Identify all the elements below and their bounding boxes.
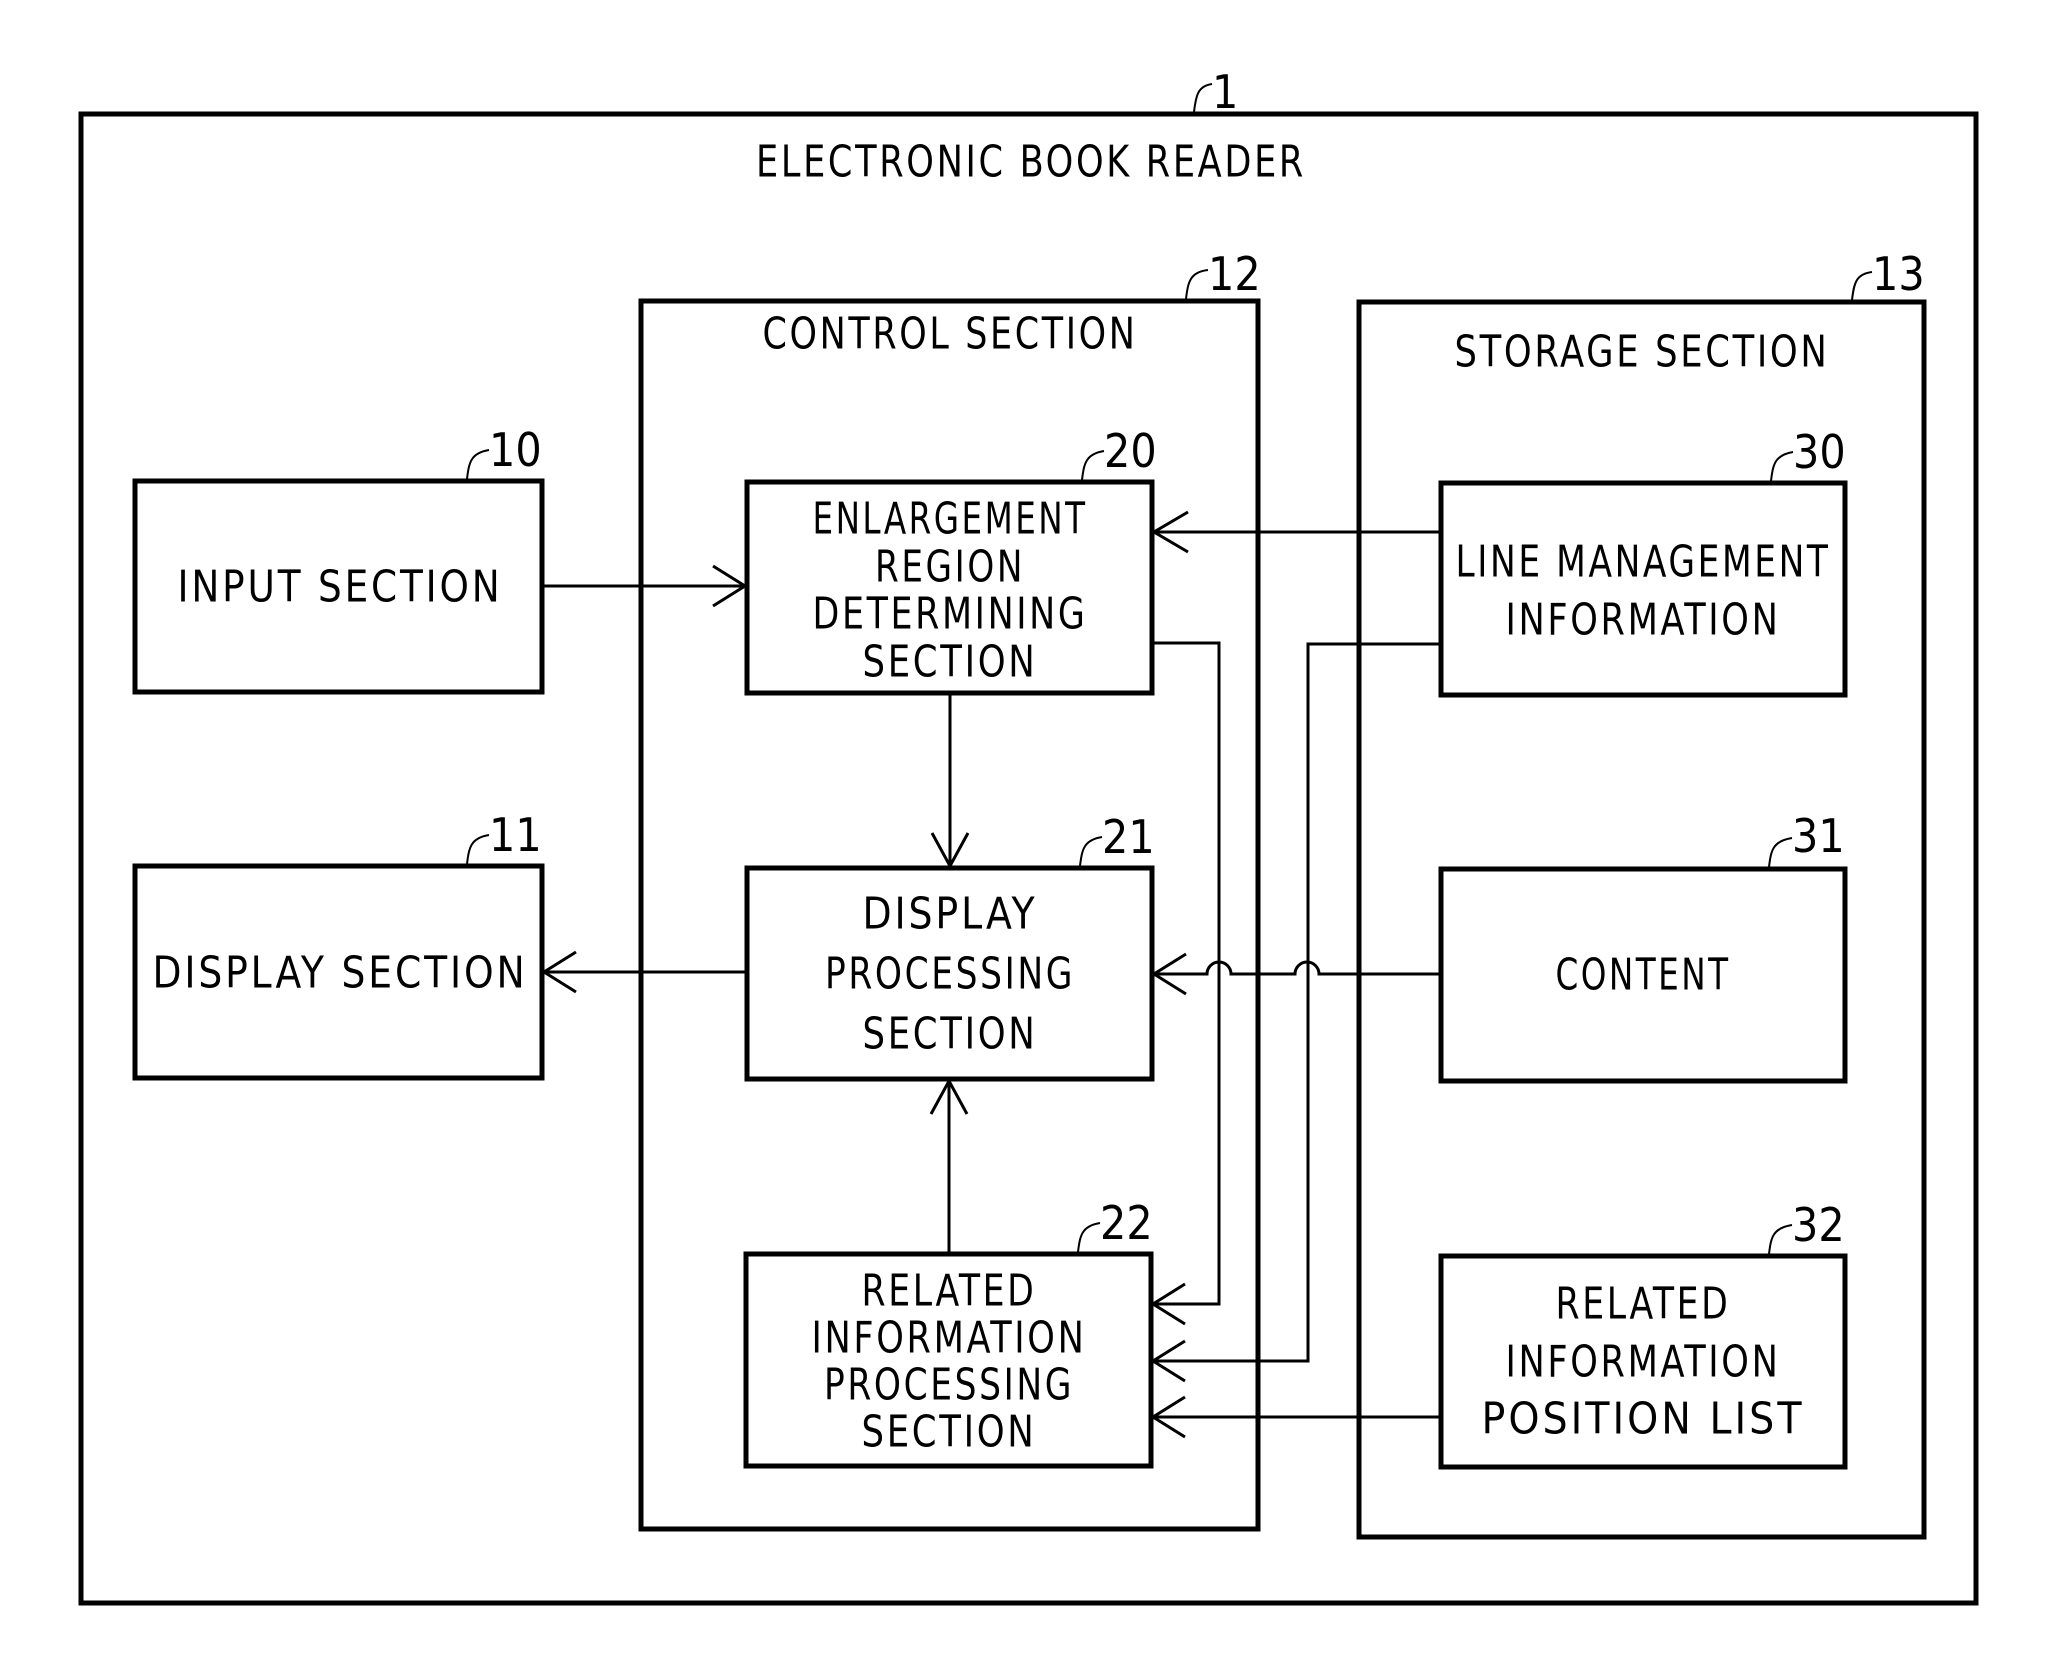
ref-number-30: 30	[1793, 425, 1846, 479]
ref-number-10: 10	[489, 423, 542, 477]
ref-number-11: 11	[489, 808, 542, 862]
display-processing-label-line-3: SECTION	[863, 1009, 1038, 1060]
ref-number-13: 13	[1872, 247, 1925, 301]
input-section-label: INPUT SECTION	[178, 562, 503, 613]
position-list-label-line-2: INFORMATION	[1506, 1337, 1781, 1388]
storage-section-title: STORAGE SECTION	[1455, 327, 1830, 378]
position-list-label-line-3: POSITION LIST	[1481, 1394, 1804, 1445]
line-management-information-box	[1438, 480, 1848, 698]
display-processing-label-line-1: DISPLAY	[863, 889, 1038, 940]
related-processing-label-line-2: INFORMATION	[812, 1313, 1087, 1364]
enlargement-label-line-4: SECTION	[863, 637, 1038, 688]
enlargement-label-line-1: ENLARGEMENT	[813, 494, 1088, 545]
block-diagram: ELECTRONIC BOOK READER 1 CONTROL SECTION…	[78, 65, 1979, 1606]
ref-number-12: 12	[1208, 247, 1261, 301]
enlargement-label-line-2: REGION	[875, 542, 1025, 593]
line-management-label-line-1: LINE MANAGEMENT	[1456, 537, 1831, 588]
related-processing-label-line-1: RELATED	[862, 1266, 1037, 1317]
ref-number-21: 21	[1102, 810, 1155, 864]
ref-number-20: 20	[1104, 424, 1157, 478]
ref-number-1: 1	[1212, 65, 1238, 119]
control-section-title: CONTROL SECTION	[763, 309, 1138, 360]
ref-leader-1	[1193, 83, 1213, 113]
related-processing-label-line-3: PROCESSING	[824, 1360, 1074, 1411]
display-section-label: DISPLAY SECTION	[153, 948, 528, 999]
electronic-book-reader-title: ELECTRONIC BOOK READER	[756, 137, 1306, 188]
ref-number-31: 31	[1792, 809, 1845, 863]
content-label: CONTENT	[1556, 950, 1731, 1001]
ref-number-22: 22	[1100, 1196, 1153, 1250]
enlargement-label-line-3: DETERMINING	[813, 589, 1088, 640]
related-processing-label-line-4: SECTION	[862, 1407, 1037, 1458]
ref-number-32: 32	[1792, 1198, 1845, 1252]
line-management-label-line-2: INFORMATION	[1506, 595, 1781, 646]
position-list-label-line-1: RELATED	[1556, 1279, 1731, 1330]
display-processing-label-line-2: PROCESSING	[825, 949, 1075, 1000]
